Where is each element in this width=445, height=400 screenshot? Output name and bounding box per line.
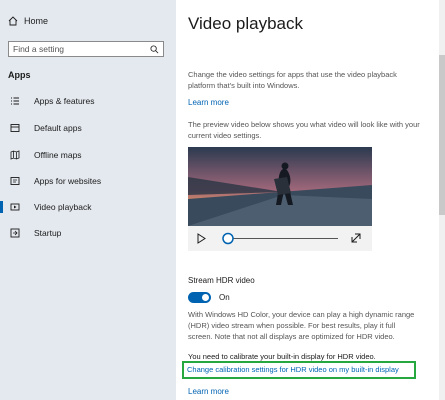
learn-more-link[interactable]: Learn more: [188, 98, 229, 107]
preview-video[interactable]: [188, 147, 372, 251]
scrollbar[interactable]: [439, 0, 445, 400]
hdr-heading: Stream HDR video: [188, 276, 255, 285]
sidebar-item-startup[interactable]: Startup: [0, 223, 176, 243]
search-placeholder: Find a setting: [13, 44, 65, 54]
fullscreen-icon: [351, 233, 361, 243]
main-content: Video playback Change the video settings…: [176, 0, 445, 400]
video-icon: [10, 203, 20, 211]
hdr-description: With Windows HD Color, your device can p…: [188, 310, 415, 341]
toggle-state: On: [219, 293, 230, 302]
seek-handle: [222, 232, 234, 245]
preview-description: The preview video below shows you what v…: [188, 120, 420, 140]
sidebar-item-offline-maps[interactable]: Offline maps: [0, 145, 176, 165]
sidebar-item-label: Apps & features: [34, 96, 95, 106]
active-indicator: [0, 201, 3, 213]
list-icon: [11, 97, 19, 105]
sidebar-item-default-apps[interactable]: Default apps: [0, 118, 176, 138]
page-description: Change the video settings for apps that …: [188, 70, 397, 90]
sidebar-item-label: Default apps: [34, 123, 82, 133]
hdr-toggle[interactable]: [188, 292, 211, 303]
map-icon: [10, 150, 20, 160]
web-icon: [10, 177, 20, 185]
home-link[interactable]: Home: [8, 16, 48, 26]
sidebar-item-label: Startup: [34, 228, 62, 238]
sidebar-item-label: Apps for websites: [34, 176, 102, 186]
video-controls: [188, 226, 372, 251]
learn-more-link-2[interactable]: Learn more: [188, 387, 229, 396]
page-title: Video playback: [188, 14, 303, 33]
sidebar: Home Find a setting Apps Apps & features…: [0, 0, 176, 400]
startup-icon: [10, 228, 20, 238]
home-label: Home: [24, 16, 49, 26]
sidebar-item-apps-features[interactable]: Apps & features: [0, 91, 176, 111]
home-icon: [8, 16, 18, 26]
play-icon: [197, 233, 206, 244]
calibration-link[interactable]: Change calibration settings for HDR vide…: [187, 365, 399, 374]
sidebar-item-apps-for-websites[interactable]: Apps for websites: [0, 171, 176, 191]
sidebar-item-label: Offline maps: [34, 150, 82, 160]
scrollbar-thumb[interactable]: [439, 55, 445, 215]
sidebar-item-video-playback[interactable]: Video playback: [0, 197, 176, 217]
search-icon: [150, 44, 159, 53]
sidebar-item-label: Video playback: [34, 202, 92, 212]
default-apps-icon: [10, 124, 20, 132]
toggle-knob: [202, 294, 209, 301]
section-title: Apps: [8, 70, 31, 80]
search-input[interactable]: Find a setting: [8, 41, 164, 57]
video-frame: [188, 147, 372, 226]
